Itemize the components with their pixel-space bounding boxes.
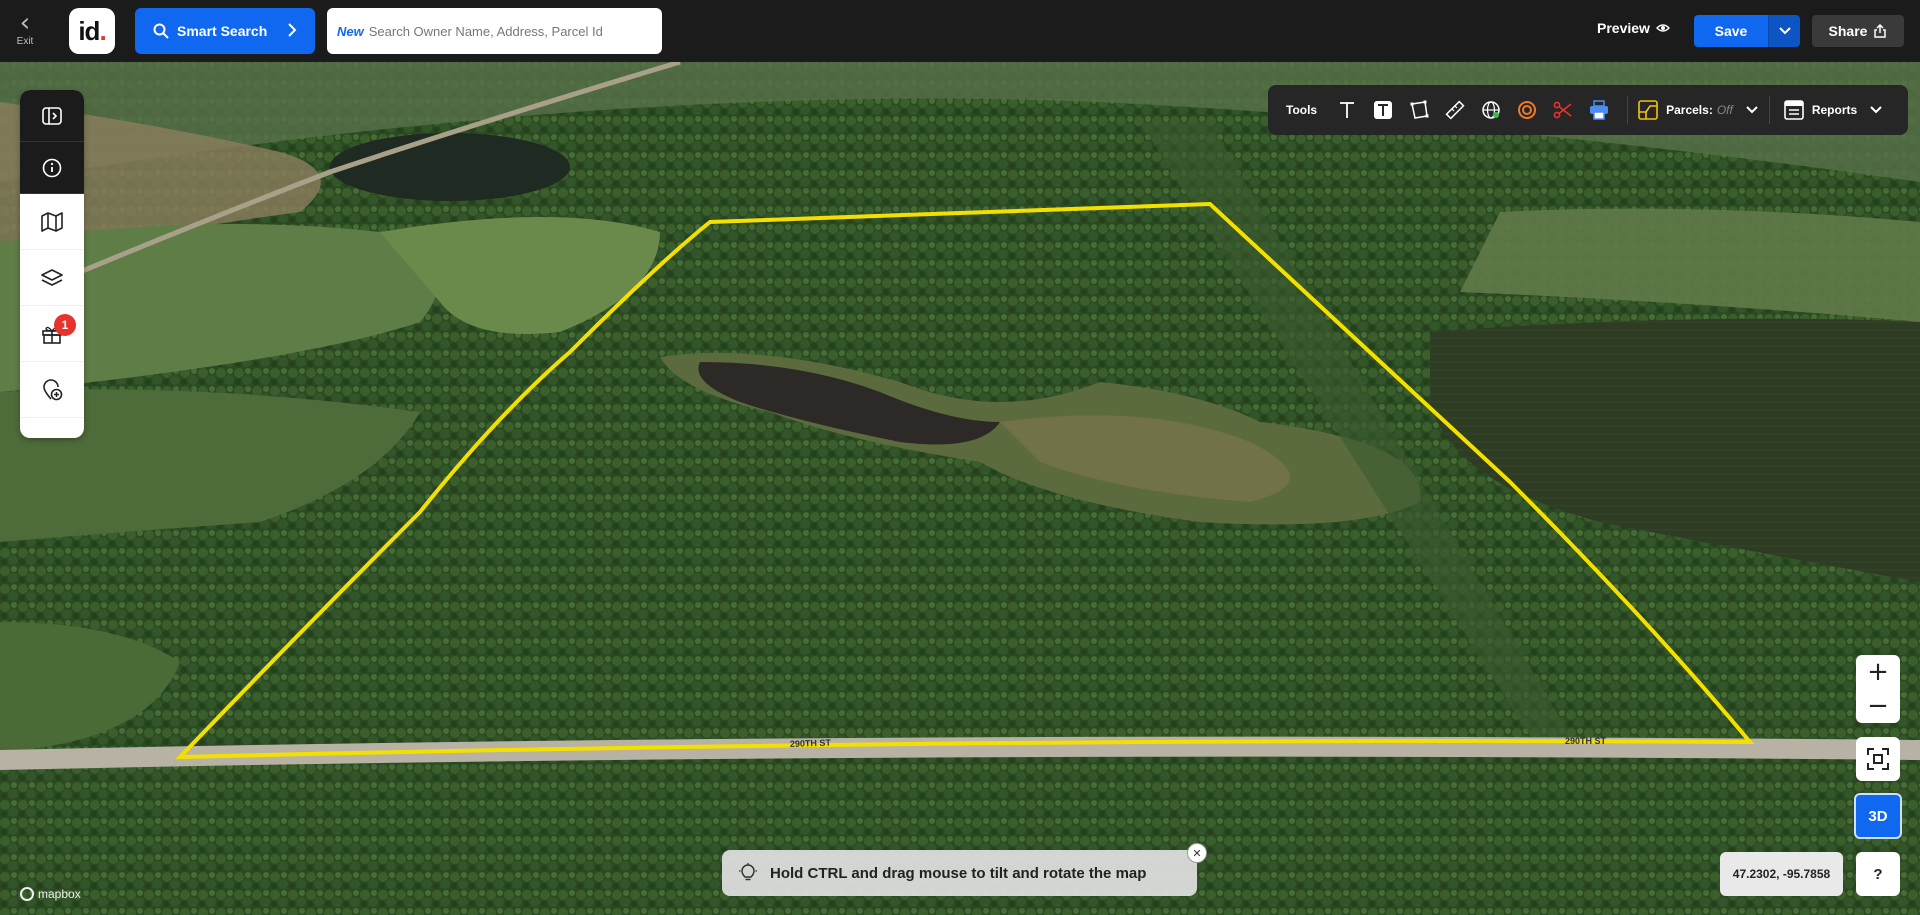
polygon-tool[interactable] bbox=[1401, 92, 1437, 128]
mapbox-attribution[interactable]: mapbox bbox=[20, 887, 81, 901]
search-icon bbox=[153, 23, 169, 39]
radius-tool[interactable] bbox=[1509, 92, 1545, 128]
globe-tool[interactable] bbox=[1473, 92, 1509, 128]
polygon-icon bbox=[1410, 100, 1429, 119]
sidebar-item-layers[interactable] bbox=[20, 250, 84, 306]
ruler-icon bbox=[1445, 100, 1465, 120]
3d-toggle-button[interactable]: 3D bbox=[1854, 793, 1902, 839]
mapbox-logo-icon bbox=[20, 887, 34, 901]
text-icon bbox=[1340, 102, 1355, 118]
smart-search-label: Smart Search bbox=[177, 23, 268, 39]
sidebar-item-info[interactable] bbox=[20, 142, 84, 194]
save-dropdown-button[interactable] bbox=[1768, 15, 1800, 47]
scissors-icon bbox=[1553, 101, 1572, 119]
logo-text: id. bbox=[78, 15, 106, 46]
sidebar-item-map[interactable] bbox=[20, 194, 84, 250]
parcels-toggle[interactable]: Parcels: Off bbox=[1638, 100, 1759, 120]
save-button[interactable]: Save bbox=[1694, 15, 1768, 47]
map-canvas[interactable]: 290TH ST 290TH ST mapbox bbox=[0, 62, 1920, 915]
toggle-panel-icon bbox=[42, 106, 62, 125]
info-icon bbox=[42, 158, 62, 177]
close-hint-button[interactable]: ✕ bbox=[1187, 843, 1207, 863]
parcels-label: Parcels: bbox=[1666, 103, 1713, 117]
eye-icon bbox=[1655, 24, 1670, 32]
exit-button[interactable]: ‹ Exit bbox=[8, 8, 42, 52]
chevron-down-icon bbox=[1778, 27, 1791, 35]
sidebar-item-add-location[interactable] bbox=[20, 362, 84, 418]
print-tool[interactable] bbox=[1581, 92, 1617, 128]
add-location-icon bbox=[43, 378, 63, 400]
text-box-tool[interactable] bbox=[1365, 92, 1401, 128]
search-field[interactable]: New bbox=[327, 8, 662, 54]
notification-badge: 1 bbox=[54, 314, 76, 336]
coordinates-readout: 47.2302, -95.7858 bbox=[1720, 852, 1843, 896]
sidebar-item-gift[interactable]: 1 bbox=[20, 306, 84, 362]
left-sidebar: 1 bbox=[20, 90, 84, 438]
text-box-icon bbox=[1374, 101, 1393, 119]
tilt-hint-banner: Hold CTRL and drag mouse to tilt and rot… bbox=[722, 850, 1197, 896]
parcels-icon bbox=[1638, 100, 1658, 120]
sidebar-item-toggle[interactable] bbox=[20, 90, 84, 142]
zoom-out-button[interactable]: − bbox=[1856, 689, 1900, 723]
zoom-control: + − bbox=[1856, 655, 1900, 723]
app-logo[interactable]: id. bbox=[69, 8, 115, 54]
attribution-text: mapbox bbox=[38, 887, 81, 901]
fit-bounds-button[interactable] bbox=[1856, 737, 1900, 781]
zoom-in-button[interactable]: + bbox=[1856, 655, 1900, 689]
road-label: 290TH ST bbox=[790, 738, 832, 749]
search-input[interactable] bbox=[368, 23, 639, 39]
tools-label: Tools bbox=[1286, 103, 1318, 117]
preview-label: Preview bbox=[1597, 20, 1650, 36]
toolbar-divider bbox=[1627, 96, 1629, 124]
chevron-down-icon bbox=[1746, 106, 1758, 114]
radius-icon bbox=[1518, 101, 1537, 119]
road-label: 290TH ST bbox=[1565, 736, 1607, 746]
sidebar-top bbox=[20, 90, 84, 194]
new-tag: New bbox=[337, 23, 364, 39]
reports-label: Reports bbox=[1811, 103, 1858, 117]
cut-tool[interactable] bbox=[1545, 92, 1581, 128]
share-icon bbox=[1874, 24, 1887, 38]
share-button[interactable]: Share bbox=[1812, 15, 1904, 47]
layers-icon bbox=[41, 268, 63, 286]
chevron-left-icon: ‹ bbox=[19, 8, 31, 38]
satellite-imagery: 290TH ST 290TH ST bbox=[0, 62, 1920, 915]
reports-icon bbox=[1784, 100, 1804, 120]
printer-icon bbox=[1590, 100, 1609, 120]
globe-icon bbox=[1482, 101, 1500, 119]
save-group: Save bbox=[1694, 15, 1800, 47]
parcels-state: Off bbox=[1716, 103, 1733, 117]
help-button[interactable]: ? bbox=[1856, 852, 1900, 896]
chevron-down-icon bbox=[1870, 106, 1882, 114]
preview-button[interactable]: Preview bbox=[1597, 20, 1670, 36]
top-bar: ‹ Exit id. Smart Search New Preview Save… bbox=[0, 0, 1920, 62]
hint-text: Hold CTRL and drag mouse to tilt and rot… bbox=[770, 864, 1147, 882]
reports-menu[interactable]: Reports bbox=[1784, 100, 1883, 120]
smart-search-button[interactable]: Smart Search bbox=[135, 8, 315, 54]
toolbar-divider bbox=[1768, 96, 1770, 124]
map-icon bbox=[41, 211, 63, 232]
text-tool[interactable] bbox=[1329, 92, 1365, 128]
chevron-right-icon bbox=[288, 23, 297, 37]
focus-frame-icon bbox=[1867, 748, 1889, 770]
tools-bar: Tools Parcels: Off Reports bbox=[1268, 85, 1908, 135]
lightbulb-icon bbox=[739, 863, 757, 881]
exit-label: Exit bbox=[16, 36, 34, 47]
share-label: Share bbox=[1828, 23, 1868, 39]
measure-tool[interactable] bbox=[1437, 92, 1473, 128]
